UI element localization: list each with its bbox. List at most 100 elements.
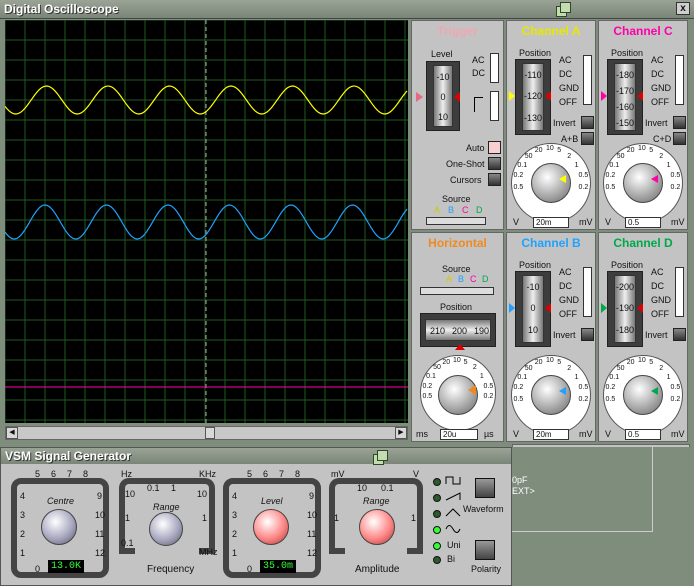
channel-a-marker-right-icon <box>545 91 551 101</box>
channel-a-title: Channel A <box>521 24 581 38</box>
timebase-unit-right: µs <box>484 429 494 439</box>
channel-a-position-tick: -130 <box>523 112 542 123</box>
horizontal-source-slider[interactable] <box>420 287 494 295</box>
close-button[interactable]: x <box>676 2 690 15</box>
frequency-range-knob[interactable] <box>149 512 183 546</box>
channel-b-volts-knob[interactable] <box>531 375 571 415</box>
centre-tick: 4 <box>20 491 26 501</box>
channel-d-invert-button[interactable] <box>673 328 686 341</box>
centre-knob[interactable] <box>41 509 77 545</box>
channel-c-coupling-switch[interactable] <box>675 55 684 105</box>
channel-b-unit-left: V <box>513 429 520 439</box>
channel-a-position-drum[interactable]: -110 -120 -130 <box>522 63 544 131</box>
channel-a-dial-tick: 0.2 <box>513 172 524 180</box>
channel-a-coupling-switch[interactable] <box>583 55 592 105</box>
channel-c-dial-tick: 0.5 <box>605 183 616 191</box>
channel-c-unit-right: mV <box>671 217 685 227</box>
channel-c-combine-button[interactable] <box>673 132 686 145</box>
channel-a-combine-label: A+B <box>561 134 579 144</box>
waveform-button[interactable] <box>475 478 495 498</box>
level-drum[interactable]: -10 0 10 <box>433 65 453 127</box>
channel-c-knob-pointer-icon <box>651 175 658 183</box>
channel-d-coupling-switch[interactable] <box>675 267 684 317</box>
channel-a-combine-button[interactable] <box>581 132 594 145</box>
channel-d-position-drum[interactable]: -200 -190 -180 <box>614 275 636 343</box>
scroll-right-button[interactable]: ▶ <box>395 427 407 439</box>
channel-a-volts-knob[interactable] <box>531 163 571 203</box>
centre-tick: 0 <box>35 564 41 574</box>
generator-window-icon[interactable] <box>373 450 388 465</box>
frequency-section-label: Frequency <box>147 564 195 575</box>
centre-tick: 8 <box>83 469 89 479</box>
channel-a-dial-tick: 50 <box>524 152 533 160</box>
level-label: Level <box>431 49 453 59</box>
channel-a-panel: Channel A Position -110 -120 -130 AC DC GND OFF I… <box>506 20 596 230</box>
edge-switch[interactable] <box>490 91 499 121</box>
horizontal-source-b: B <box>458 274 465 284</box>
scroll-left-button[interactable]: ◀ <box>6 427 18 439</box>
generator-titlebar[interactable]: VSM Signal Generator <box>1 448 511 465</box>
channel-c-position-drum[interactable]: -180 -170 -160 -150 <box>614 63 636 131</box>
freq-range-tick: 10 <box>125 489 136 499</box>
level-knob[interactable] <box>253 509 289 545</box>
timebase-value[interactable]: 20u <box>440 429 478 440</box>
amp-range-tick: 10 <box>357 483 368 493</box>
trigger-source-d: D <box>476 205 483 215</box>
trigger-source-slider[interactable] <box>426 217 486 225</box>
timebase-knob[interactable] <box>438 375 478 415</box>
channel-b-coupling-gnd-label: GND <box>559 295 579 305</box>
channel-c-invert-button[interactable] <box>673 116 686 129</box>
level-tick: 12 <box>307 548 318 558</box>
oscilloscope-titlebar[interactable]: Digital Oscilloscope x <box>0 0 694 19</box>
channel-c-volts-knob[interactable] <box>623 163 663 203</box>
amp-range-tick: 1 <box>411 513 417 523</box>
channel-d-dial-tick: 1 <box>666 373 671 381</box>
trigger-source-a: A <box>434 205 441 215</box>
horizontal-panel: Horizontal Source A B C D Position 210 2… <box>411 232 504 442</box>
horizontal-source-a: A <box>446 274 453 284</box>
channel-b-position-drum[interactable]: -10 0 10 <box>522 275 544 343</box>
channel-b-coupling-dc-label: DC <box>559 281 572 291</box>
channel-b-value[interactable]: 20m <box>533 429 569 440</box>
channel-d-title: Channel D <box>613 236 673 250</box>
window-cascade-icon[interactable] <box>556 2 571 17</box>
channel-c-dial-tick: 0.1 <box>609 161 620 169</box>
one-shot-label: One-Shot <box>446 159 485 169</box>
channel-a-value[interactable]: 20m <box>533 217 569 228</box>
square-wave-icon <box>445 476 461 485</box>
horizontal-position-drum[interactable]: 210 200 190 <box>425 319 491 341</box>
channel-c-position-label: Position <box>611 48 644 58</box>
ac-dc-switch[interactable] <box>490 53 499 83</box>
channel-d-unit-left: V <box>605 429 612 439</box>
sine-wave-icon <box>445 525 461 533</box>
horizontal-scrollbar[interactable]: ◀ ▶ <box>5 426 408 440</box>
cursors-button[interactable] <box>488 173 501 186</box>
centre-tick: 2 <box>20 529 26 539</box>
one-shot-button[interactable] <box>488 157 501 170</box>
channel-d-dial-tick: 20 <box>626 358 635 366</box>
channel-c-coupling-ac-label: AC <box>651 55 664 65</box>
channel-c-position-tick: -180 <box>615 70 634 80</box>
channel-c-title: Channel C <box>613 24 673 38</box>
channel-b-dial-tick: 0.5 <box>578 384 589 392</box>
channel-d-value[interactable]: 0.5 <box>625 429 661 440</box>
channel-d-volts-knob[interactable] <box>623 375 663 415</box>
channel-a-invert-button[interactable] <box>581 116 594 129</box>
trigger-panel: Trigger Level -10 0 10 AC DC Auto One-Sh… <box>411 20 504 230</box>
channel-b-coupling-switch[interactable] <box>583 267 592 317</box>
auto-button[interactable] <box>488 141 501 154</box>
channel-a-dial-tick: 10 <box>546 145 554 152</box>
scroll-thumb[interactable] <box>205 427 215 439</box>
channel-b-panel: Channel B Position -10 0 10 AC DC GND OFF Invert 0… <box>506 232 596 442</box>
waveform-icons-svg <box>445 476 461 533</box>
level-marker-right-icon <box>454 92 460 102</box>
channel-d-dial-tick: 5 <box>649 358 654 366</box>
amplitude-range-knob[interactable] <box>359 509 395 545</box>
freq-range-tick: 10 <box>197 489 208 499</box>
uni-led <box>433 542 441 550</box>
schematic-background: 0pF EXT> <box>512 447 694 586</box>
channel-b-invert-button[interactable] <box>581 328 594 341</box>
channel-c-value[interactable]: 0.5 <box>625 217 661 228</box>
scope-screen[interactable] <box>4 19 408 423</box>
polarity-button[interactable] <box>475 540 495 560</box>
